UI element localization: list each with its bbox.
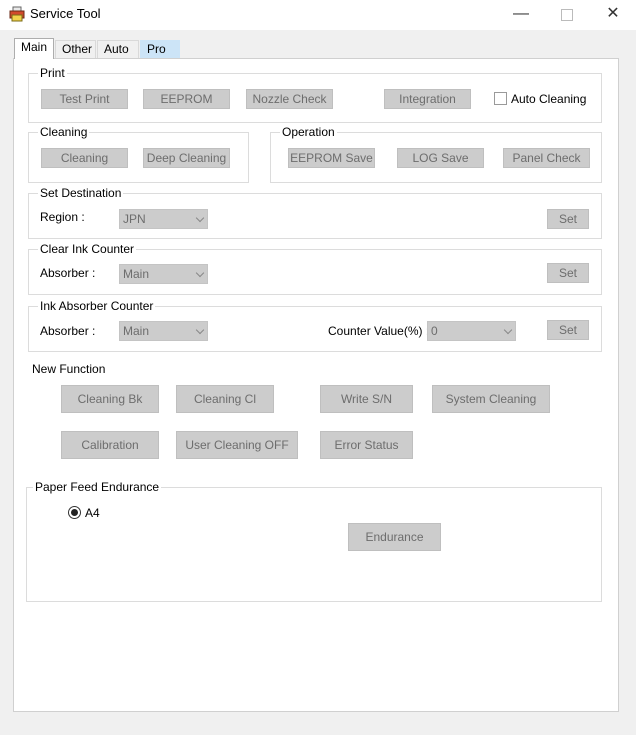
operation-group-title: Operation [280, 125, 337, 139]
clear-absorber-label: Absorber : [40, 266, 96, 280]
endurance-button[interactable]: Endurance [348, 523, 441, 551]
a4-radio[interactable] [68, 506, 81, 519]
chevron-down-icon [503, 325, 513, 335]
cleaning-cl-button[interactable]: Cleaning Cl [176, 385, 274, 413]
chevron-down-icon [195, 213, 205, 223]
log-save-button[interactable]: LOG Save [397, 148, 484, 168]
chevron-down-icon [195, 268, 205, 278]
paper-feed-endurance-group [26, 487, 602, 602]
deep-cleaning-button[interactable]: Deep Cleaning [143, 148, 230, 168]
tab-main[interactable]: Main [14, 38, 54, 59]
counter-set-button[interactable]: Set [547, 320, 589, 340]
tab-other[interactable]: Other [55, 40, 96, 58]
ink-absorber-counter-title: Ink Absorber Counter [38, 299, 156, 313]
clear-absorber-select[interactable]: Main [119, 264, 208, 284]
tab-auto[interactable]: Auto [97, 40, 139, 58]
system-cleaning-button[interactable]: System Cleaning [432, 385, 550, 413]
user-cleaning-off-button[interactable]: User Cleaning OFF [176, 431, 298, 459]
counter-absorber-label: Absorber : [40, 324, 96, 338]
counter-value: 0 [431, 324, 438, 338]
auto-cleaning-label: Auto Cleaning [511, 92, 587, 106]
panel-check-button[interactable]: Panel Check [503, 148, 590, 168]
error-status-button[interactable]: Error Status [320, 431, 413, 459]
chevron-down-icon [195, 325, 205, 335]
cleaning-group-title: Cleaning [38, 125, 90, 139]
eeprom-save-button[interactable]: EEPROM Save [288, 148, 375, 168]
close-button[interactable]: ✕ [590, 0, 636, 30]
test-print-button[interactable]: Test Print [41, 89, 128, 109]
tab-pro[interactable]: Pro [140, 40, 180, 58]
a4-label: A4 [85, 506, 100, 520]
clear-ink-counter-title: Clear Ink Counter [38, 242, 137, 256]
counter-value-label: Counter Value(%) : [328, 324, 430, 338]
printer-icon [9, 6, 25, 22]
region-select[interactable]: JPN [119, 209, 208, 229]
clear-absorber-value: Main [123, 267, 150, 281]
radio-selected-dot [71, 509, 78, 516]
nozzle-check-button[interactable]: Nozzle Check [246, 89, 333, 109]
maximize-button[interactable] [544, 0, 590, 30]
new-function-title: New Function [32, 362, 106, 376]
clear-ink-set-button[interactable]: Set [547, 263, 589, 283]
minimize-button[interactable]: — [498, 0, 544, 30]
eeprom-button[interactable]: EEPROM [143, 89, 230, 109]
region-set-button[interactable]: Set [547, 209, 589, 229]
region-value: JPN [123, 212, 146, 226]
window-title: Service Tool [30, 6, 101, 21]
counter-value-select[interactable]: 0 [427, 321, 516, 341]
set-destination-title: Set Destination [38, 186, 124, 200]
paper-feed-endurance-title: Paper Feed Endurance [33, 480, 162, 494]
counter-absorber-value: Main [123, 324, 150, 338]
print-group-title: Print [38, 66, 67, 80]
auto-cleaning-checkbox[interactable] [494, 92, 507, 105]
maximize-icon [561, 9, 573, 21]
counter-absorber-select[interactable]: Main [119, 321, 208, 341]
calibration-button[interactable]: Calibration [61, 431, 159, 459]
write-sn-button[interactable]: Write S/N [320, 385, 413, 413]
cleaning-bk-button[interactable]: Cleaning Bk [61, 385, 159, 413]
region-label: Region : [40, 210, 85, 224]
cleaning-button[interactable]: Cleaning [41, 148, 128, 168]
integration-button[interactable]: Integration [384, 89, 471, 109]
